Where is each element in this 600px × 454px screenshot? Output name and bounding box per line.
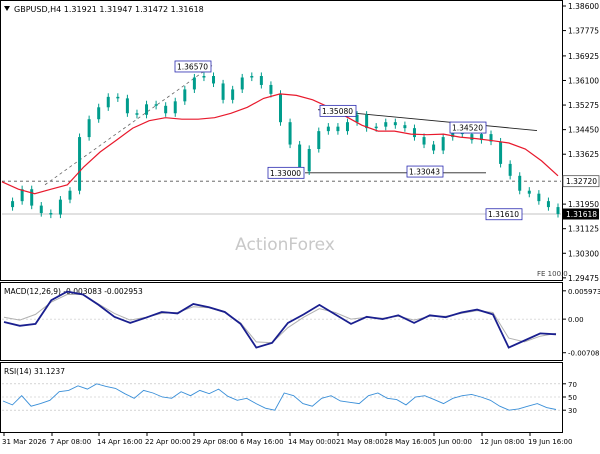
candle-body bbox=[508, 163, 512, 176]
candle-body bbox=[422, 137, 426, 145]
price-tick-label: 1.34450 bbox=[568, 126, 599, 135]
price-tick-label: 1.38600 bbox=[568, 2, 599, 11]
candle-body bbox=[307, 149, 311, 172]
x-tick-label: 12 Jun 08:00 bbox=[480, 438, 524, 446]
price-tick-label: 1.29475 bbox=[568, 274, 599, 283]
candle-body bbox=[212, 76, 216, 84]
x-tick-label: 6 May 16:00 bbox=[240, 438, 284, 446]
x-tick-label: 28 May 16:00 bbox=[384, 438, 432, 446]
price-tick-label: 1.30300 bbox=[568, 249, 599, 258]
price-tick-label: 1.31950 bbox=[568, 200, 599, 209]
price-annotation-label: 1.36570 bbox=[177, 62, 208, 71]
price-tick-label: 1.35275 bbox=[568, 101, 599, 110]
candle-body bbox=[432, 144, 436, 151]
candle-body bbox=[403, 125, 407, 129]
rsi-tick-label: 70 bbox=[568, 381, 577, 389]
x-tick-label: 5 Jun 00:00 bbox=[432, 438, 472, 446]
price-tick-label: 1.33625 bbox=[568, 150, 599, 159]
candle-body bbox=[279, 93, 282, 123]
x-tick-label: 14 May 00:00 bbox=[288, 438, 336, 446]
chart-title: GBPUSD,H4 1.31921 1.31947 1.31472 1.3161… bbox=[14, 5, 204, 14]
candle-body bbox=[412, 128, 416, 138]
candle-body bbox=[58, 199, 62, 215]
candle-body bbox=[317, 131, 321, 150]
price-tick-label: 1.36925 bbox=[568, 52, 599, 61]
x-tick-label: 22 Apr 00:00 bbox=[145, 438, 191, 446]
candle-body bbox=[518, 175, 522, 191]
candle-body bbox=[393, 122, 397, 126]
rsi-title: RSI(14) 31.1237 bbox=[4, 367, 65, 376]
candle-body bbox=[384, 122, 388, 127]
candle-body bbox=[192, 77, 196, 90]
price-annotation-label: 1.33043 bbox=[409, 168, 440, 177]
price-tick-label: 1.36100 bbox=[568, 76, 599, 85]
candle-body bbox=[221, 83, 225, 100]
candle-body bbox=[288, 122, 292, 145]
candle-body bbox=[470, 134, 474, 141]
rsi-tick-label: 30 bbox=[568, 407, 577, 415]
x-tick-label: 31 Mar 2026 bbox=[2, 438, 47, 446]
candle-body bbox=[527, 190, 531, 194]
candle-body bbox=[30, 189, 34, 206]
rsi-tick-label: 50 bbox=[568, 394, 577, 402]
price-tick-label: 1.31125 bbox=[568, 225, 599, 234]
x-tick-label: 7 Apr 08:00 bbox=[50, 438, 91, 446]
candle-body bbox=[441, 137, 445, 151]
candle-body bbox=[546, 201, 550, 208]
x-axis: 31 Mar 2026 7 Apr 08:00 14 Apr 16:00 22 Apr… bbox=[2, 432, 572, 446]
candle-body bbox=[49, 213, 53, 215]
candle-body bbox=[106, 96, 110, 108]
chart-title-group: GBPUSD,H4 1.31921 1.31947 1.31472 1.3161… bbox=[4, 5, 204, 14]
candle-body bbox=[269, 84, 273, 94]
candle-body bbox=[202, 76, 206, 78]
price-annotation-label: 1.33000 bbox=[270, 169, 301, 178]
candle-body bbox=[556, 207, 560, 214]
candle-body bbox=[336, 126, 340, 132]
candle-body bbox=[87, 119, 91, 138]
candle-body bbox=[154, 104, 158, 106]
price-annotation-label: 1.34520 bbox=[452, 124, 483, 133]
reference-level-label: 1.32720 bbox=[566, 177, 597, 186]
fe-label: FE 100.0 bbox=[537, 270, 568, 278]
candle-body bbox=[345, 122, 349, 132]
candle-body bbox=[183, 89, 187, 102]
x-tick-label: 21 May 08:00 bbox=[336, 438, 384, 446]
current-price-label: 1.31618 bbox=[566, 210, 597, 219]
candle-body bbox=[39, 205, 43, 214]
candle-body bbox=[231, 89, 235, 100]
price-annotation-label: 1.31610 bbox=[488, 210, 519, 219]
candle-body bbox=[145, 104, 149, 115]
candle-body bbox=[164, 105, 168, 114]
macd-tick-label: 0.005973 bbox=[568, 288, 600, 296]
candle-body bbox=[499, 141, 503, 164]
candle-body bbox=[537, 193, 541, 202]
candle-body bbox=[78, 137, 82, 191]
candle-body bbox=[11, 201, 15, 208]
x-tick-label: 19 Jun 16:00 bbox=[528, 438, 572, 446]
price-tick-label: 1.37775 bbox=[568, 27, 599, 36]
macd-tick-label: 0.00 bbox=[568, 316, 584, 324]
candle-body bbox=[250, 76, 254, 78]
candle-body bbox=[259, 76, 263, 85]
watermark: ActionForex bbox=[235, 235, 335, 255]
chart-window: ActionForex GBPUSD,H4 1.31921 1.31947 1.… bbox=[0, 0, 600, 450]
x-tick-label: 14 Apr 16:00 bbox=[97, 438, 143, 446]
price-annotation-label: 1.35080 bbox=[322, 107, 353, 116]
candle-body bbox=[116, 96, 120, 99]
price-axis: 1.38600 1.37775 1.36925 1.36100 1.35275 1.344… bbox=[562, 2, 599, 283]
macd-tick-label: -0.007086 bbox=[568, 350, 600, 358]
candle-body bbox=[173, 101, 177, 114]
candle-body bbox=[125, 98, 129, 114]
candle-body bbox=[97, 107, 101, 120]
candle-body bbox=[374, 126, 378, 129]
candle-body bbox=[135, 113, 139, 115]
x-tick-label: 29 Apr 08:00 bbox=[192, 438, 238, 446]
candle-body bbox=[326, 126, 330, 132]
candle-body bbox=[240, 77, 244, 90]
candle-body bbox=[68, 190, 72, 200]
chart-svg: ActionForex GBPUSD,H4 1.31921 1.31947 1.… bbox=[0, 0, 600, 446]
